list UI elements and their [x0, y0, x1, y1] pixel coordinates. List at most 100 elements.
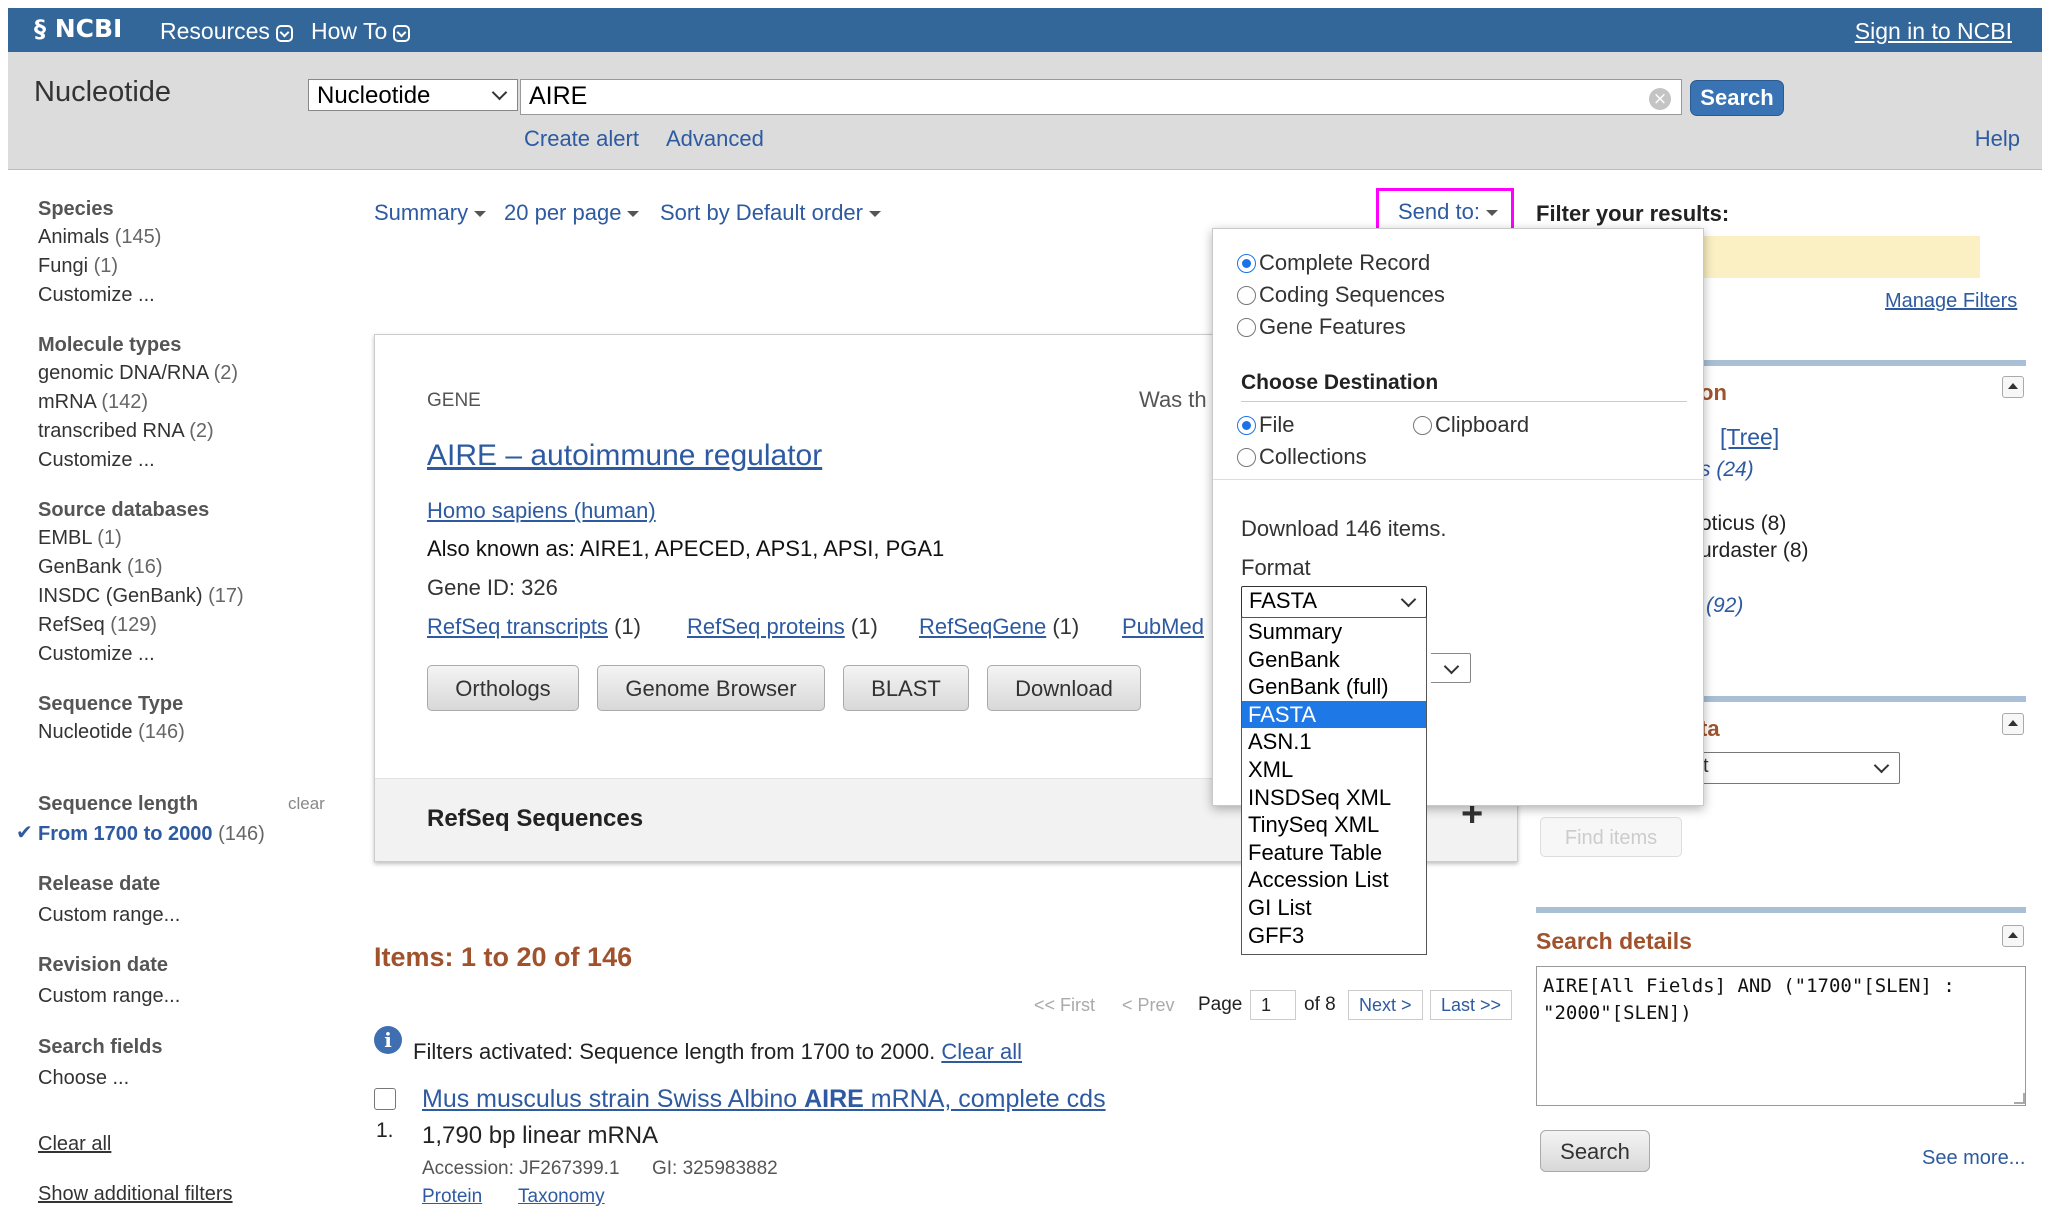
format-option[interactable]: GenBank: [1242, 646, 1426, 674]
format-option[interactable]: GFF3: [1242, 922, 1426, 950]
format-select[interactable]: FASTA: [1241, 586, 1427, 618]
format-option[interactable]: ASN.1: [1242, 728, 1426, 756]
choose-destination-header: Choose Destination: [1241, 371, 1439, 394]
pubmed-link[interactable]: PubMed: [1122, 614, 1204, 640]
choose-fields-link[interactable]: Choose ...: [38, 1067, 129, 1090]
items-count-header: Items: 1 to 20 of 146: [374, 942, 633, 972]
search-button[interactable]: Search: [1690, 80, 1784, 116]
clear-all-link[interactable]: Clear all: [941, 1039, 1022, 1064]
page-number-input[interactable]: 1: [1250, 990, 1296, 1020]
radio-icon: [1237, 448, 1256, 467]
filter-item[interactable]: RefSeq (129): [38, 614, 338, 637]
clear-input-icon[interactable]: ×: [1649, 88, 1671, 110]
gene-title-link[interactable]: AIRE – autoimmune regulator: [427, 439, 822, 473]
refseq-proteins-item[interactable]: RefSeq proteins (1): [687, 614, 878, 640]
per-page-dropdown[interactable]: 20 per page: [504, 200, 640, 226]
sort-select-partial[interactable]: [1431, 653, 1471, 683]
create-alert-link[interactable]: Create alert: [524, 126, 639, 152]
radio-destination-file[interactable]: File: [1237, 412, 1294, 438]
radio-destination-collections[interactable]: Collections: [1237, 444, 1367, 470]
collapse-panel-icon[interactable]: [2002, 925, 2024, 947]
collapse-panel-icon[interactable]: [2002, 713, 2024, 735]
format-option[interactable]: INSDSeq XML: [1242, 784, 1426, 812]
download-count-text: Download 146 items.: [1241, 516, 1447, 541]
resize-handle-icon[interactable]: [2014, 1093, 2025, 1104]
sign-in-link[interactable]: Sign in to NCBI: [1855, 18, 2012, 45]
result-checkbox[interactable]: [374, 1088, 396, 1110]
prev-page-link[interactable]: < Prev: [1122, 995, 1175, 1016]
help-link[interactable]: Help: [1975, 126, 2020, 152]
custom-range-link[interactable]: Custom range...: [38, 904, 180, 927]
clear-filter-link[interactable]: clear: [288, 794, 325, 814]
collapse-panel-icon[interactable]: [2002, 376, 2024, 398]
custom-range-link[interactable]: Custom range...: [38, 985, 180, 1008]
search-details-search-button[interactable]: Search: [1540, 1130, 1650, 1172]
summary-format-dropdown[interactable]: Summary: [374, 200, 487, 226]
orthologs-button[interactable]: Orthologs: [427, 665, 579, 711]
organism-link[interactable]: Homo sapiens (human): [427, 498, 656, 524]
molecule-types-header: Molecule types: [38, 334, 182, 356]
refseq-transcripts-item[interactable]: RefSeq transcripts (1): [427, 614, 641, 640]
panel-top-bar: [1536, 907, 2026, 913]
database-select[interactable]: Nucleotide: [308, 79, 518, 111]
show-additional-filters-link[interactable]: Show additional filters: [38, 1183, 233, 1206]
howto-menu[interactable]: How To: [311, 18, 411, 45]
format-option[interactable]: Feature Table: [1242, 839, 1426, 867]
related-data-select[interactable]: t: [1696, 752, 1900, 784]
divider: [1213, 479, 1703, 480]
last-page-button[interactable]: Last >>: [1430, 990, 1513, 1020]
radio-complete-record[interactable]: Complete Record: [1237, 250, 1430, 276]
customize-link[interactable]: Customize ...: [38, 643, 338, 666]
radio-coding-sequences[interactable]: Coding Sequences: [1237, 282, 1445, 308]
format-option[interactable]: GenBank (full): [1242, 673, 1426, 701]
customize-link[interactable]: Customize ...: [38, 284, 338, 307]
search-details-textarea[interactable]: AIRE[All Fields] AND ("1700"[SLEN] : "20…: [1536, 966, 2026, 1106]
download-button[interactable]: Download: [987, 665, 1141, 711]
filter-item[interactable]: Animals (145): [38, 226, 338, 249]
gene-aliases: Also known as: AIRE1, APECED, APS1, APSI…: [427, 536, 945, 561]
see-more-link[interactable]: See more...: [1922, 1147, 2025, 1170]
format-option[interactable]: XML: [1242, 756, 1426, 784]
find-items-button[interactable]: Find items: [1540, 817, 1682, 857]
filter-item[interactable]: Fungi (1): [38, 255, 338, 278]
taxon-item-fragment[interactable]: oticus (8): [1700, 512, 1786, 536]
first-page-link[interactable]: << First: [1034, 995, 1095, 1016]
clear-all-filters-link[interactable]: Clear all: [38, 1133, 111, 1156]
next-page-button[interactable]: Next >: [1348, 990, 1423, 1020]
taxon-item-fragment[interactable]: urdaster (8): [1700, 539, 1809, 563]
filter-item[interactable]: EMBL (1): [38, 527, 338, 550]
format-option[interactable]: Summary: [1242, 618, 1426, 646]
advanced-search-link[interactable]: Advanced: [666, 126, 764, 152]
taxonomy-link[interactable]: Taxonomy: [518, 1186, 605, 1208]
customize-link[interactable]: Customize ...: [38, 449, 338, 472]
genome-browser-button[interactable]: Genome Browser: [597, 665, 825, 711]
filter-item[interactable]: Nucleotide (146): [38, 721, 338, 744]
taxonomy-tree-link[interactable]: [Tree]: [1720, 424, 1779, 451]
taxon-item-fragment[interactable]: (92): [1706, 594, 1743, 618]
caret-down-icon: [627, 211, 640, 217]
blast-button[interactable]: BLAST: [843, 665, 969, 711]
manage-filters-link[interactable]: Manage Filters: [1885, 290, 2017, 313]
format-option[interactable]: GI List: [1242, 894, 1426, 922]
filter-item[interactable]: transcribed RNA (2): [38, 420, 338, 443]
format-option[interactable]: TinySeq XML: [1242, 811, 1426, 839]
filter-item[interactable]: GenBank (16): [38, 556, 338, 579]
filter-item[interactable]: mRNA (142): [38, 391, 338, 414]
protein-link[interactable]: Protein: [422, 1186, 482, 1208]
filter-item[interactable]: INSDC (GenBank) (17): [38, 585, 338, 608]
radio-destination-clipboard[interactable]: Clipboard: [1413, 412, 1529, 438]
filter-item[interactable]: genomic DNA/RNA (2): [38, 362, 338, 385]
radio-icon: [1237, 318, 1256, 337]
format-option[interactable]: Accession List: [1242, 866, 1426, 894]
ncbi-logo[interactable]: § NCBI: [34, 14, 122, 43]
taxon-item-fragment[interactable]: s (24): [1700, 458, 1754, 482]
search-input[interactable]: AIRE ×: [520, 79, 1682, 115]
format-option-selected[interactable]: FASTA: [1242, 700, 1426, 729]
result-title-link[interactable]: Mus musculus strain Swiss Albino AIRE mR…: [422, 1085, 1106, 1114]
active-filter-sequence-length[interactable]: From 1700 to 2000 (146): [38, 823, 265, 846]
radio-gene-features[interactable]: Gene Features: [1237, 314, 1406, 340]
refseqgene-item[interactable]: RefSeqGene (1): [919, 614, 1079, 640]
send-to-button[interactable]: Send to:: [1398, 199, 1498, 225]
resources-menu[interactable]: Resources: [160, 18, 293, 45]
sort-order-dropdown[interactable]: Sort by Default order: [660, 200, 881, 226]
